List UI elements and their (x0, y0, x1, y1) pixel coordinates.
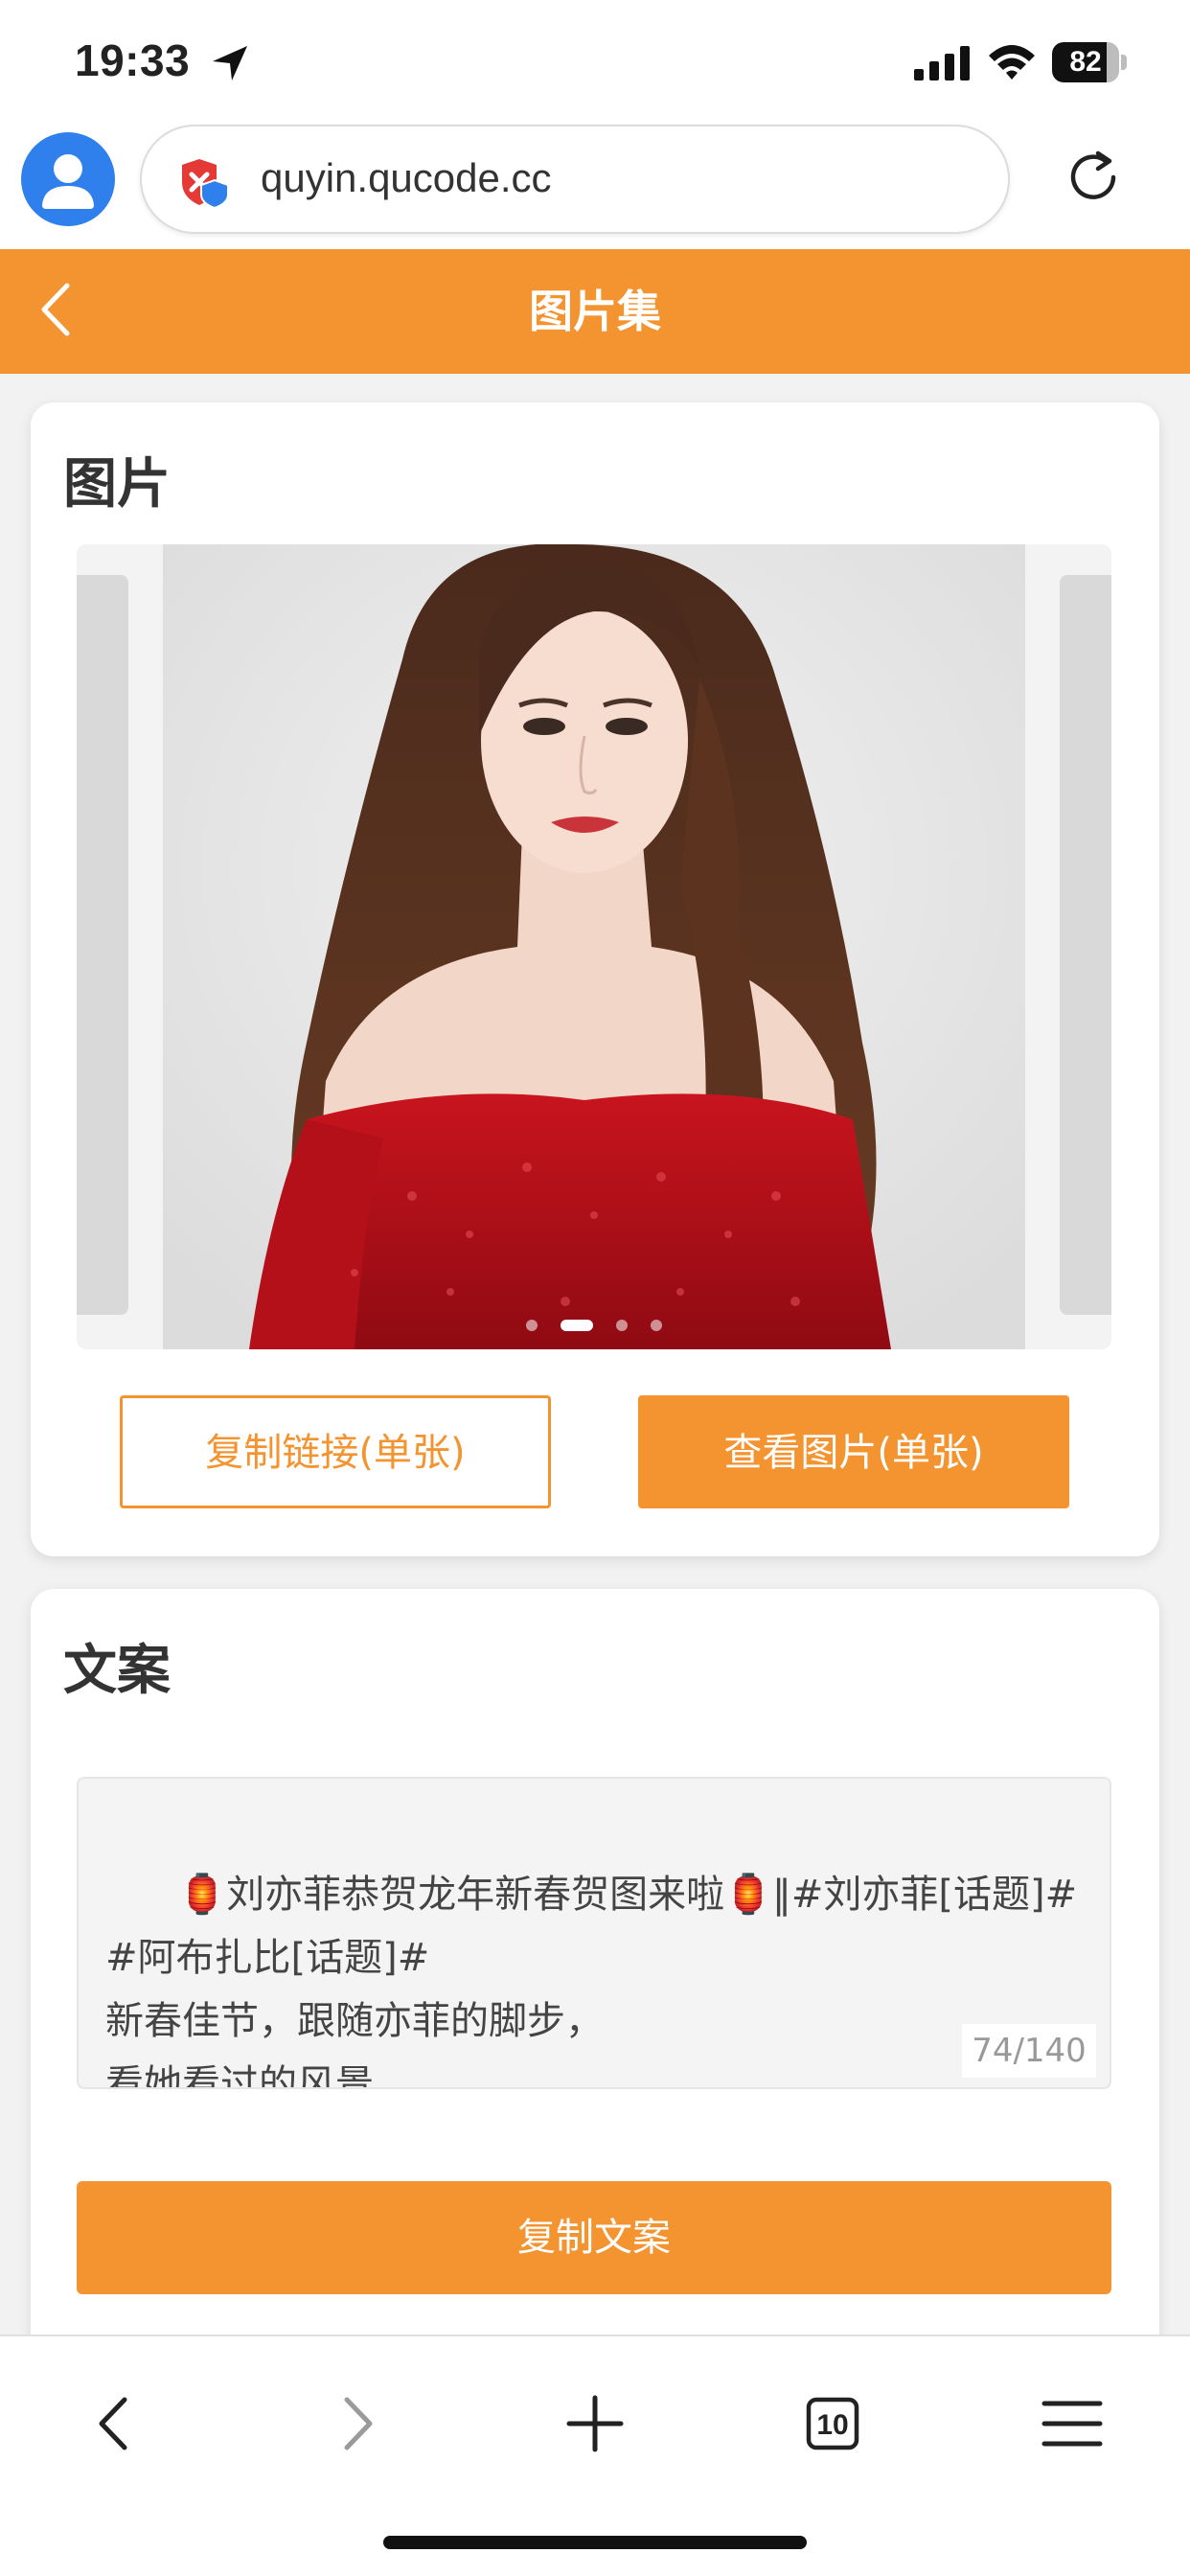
carousel-dot[interactable] (616, 1320, 628, 1331)
location-arrow-icon (213, 46, 247, 80)
images-card-title: 图片 (63, 453, 171, 516)
screen: 19:33 82 quyin.qucode.cc 图片集 图片 复制链接(单张)… (0, 0, 1190, 2576)
view-image-button[interactable]: 查看图片(单张) (638, 1395, 1069, 1508)
tabs-icon[interactable]: 10 (790, 2380, 876, 2467)
copy-link-button[interactable]: 复制链接(单张) (120, 1395, 551, 1508)
carousel-dots (77, 1316, 1111, 1335)
address-bar[interactable]: quyin.qucode.cc (140, 125, 1010, 234)
carousel-next-slide[interactable] (1060, 575, 1111, 1315)
caption-textarea[interactable]: 🏮刘亦菲恭贺龙年新春贺图来啦🏮‖#刘亦菲[话题]# #阿布扎比[话题]# 新春佳… (77, 1777, 1111, 2089)
image-carousel[interactable] (77, 544, 1111, 1349)
portrait-photo (163, 544, 1025, 1349)
profile-avatar[interactable] (21, 132, 115, 226)
carousel-prev-slide[interactable] (77, 575, 128, 1315)
battery-indicator: 82 (1052, 42, 1127, 82)
page-title: 图片集 (529, 286, 661, 337)
plus-icon[interactable] (552, 2380, 638, 2467)
character-counter: 74/140 (962, 2024, 1096, 2078)
user-icon (42, 154, 94, 209)
page-header: 图片集 (0, 249, 1190, 374)
caption-card-title: 文案 (63, 1640, 171, 1702)
carousel-dot[interactable] (526, 1320, 538, 1331)
home-indicator (383, 2536, 807, 2549)
caption-text: 🏮刘亦菲恭贺龙年新春贺图来啦🏮‖#刘亦菲[话题]# #阿布扎比[话题]# 新春佳… (105, 1873, 1078, 2089)
carousel-dot[interactable] (651, 1320, 662, 1331)
carousel-dot[interactable] (561, 1320, 593, 1331)
menu-icon[interactable] (1029, 2380, 1115, 2467)
status-time: 19:33 (75, 35, 191, 85)
chevron-left-icon[interactable] (36, 278, 75, 341)
status-bar: 19:33 82 (0, 0, 1190, 125)
cellular-signal-icon (914, 46, 970, 80)
copy-caption-button[interactable]: 复制文案 (77, 2181, 1111, 2294)
wifi-icon (989, 45, 1035, 80)
forward-arrow-icon[interactable] (312, 2380, 399, 2467)
images-card: 图片 复制链接(单张) 查看图片(单张) (31, 402, 1159, 1556)
url-text: quyin.qucode.cc (261, 155, 552, 200)
back-arrow-icon[interactable] (73, 2380, 159, 2467)
reload-icon[interactable] (1064, 148, 1123, 207)
carousel-current-image[interactable] (163, 544, 1025, 1349)
shield-icon[interactable] (178, 155, 230, 209)
battery-percent: 82 (1069, 46, 1102, 78)
browser-address-row: quyin.qucode.cc (0, 115, 1190, 249)
tab-count: 10 (816, 2409, 848, 2441)
